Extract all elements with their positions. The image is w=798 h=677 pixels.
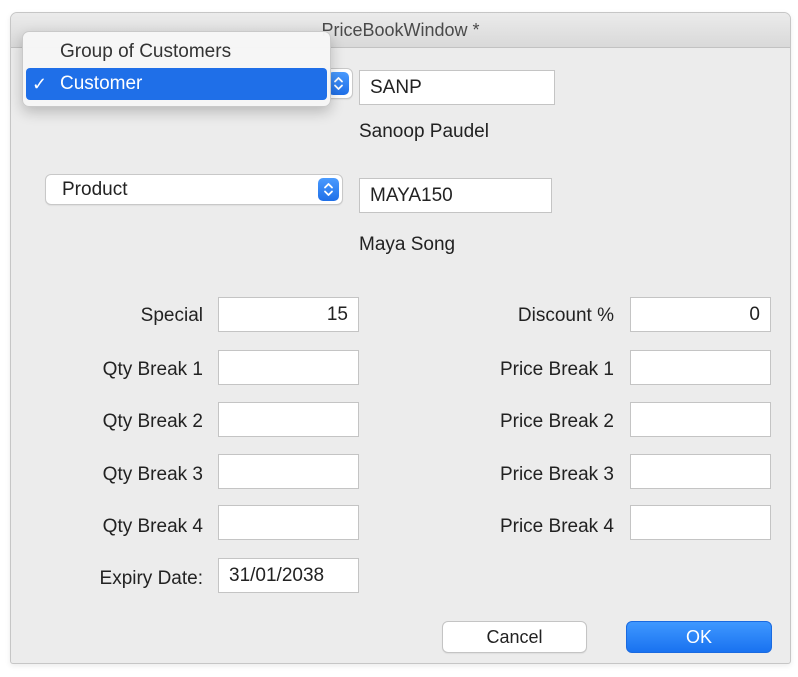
expiry-date-input[interactable]: 31/01/2038	[218, 558, 359, 593]
discount-label: Discount %	[517, 305, 614, 326]
cancel-button[interactable]: Cancel	[442, 621, 587, 653]
customer-type-popup-menu: Group of Customers ✓ Customer	[22, 31, 331, 107]
product-name-label: Maya Song	[359, 234, 456, 255]
price-break-3-input[interactable]	[630, 454, 771, 489]
expiry-date-label: Expiry Date:	[99, 568, 203, 589]
special-input[interactable]: 15	[218, 297, 359, 332]
discount-input[interactable]: 0	[630, 297, 771, 332]
qty-break-1-input[interactable]	[218, 350, 359, 385]
qty-break-4-input[interactable]	[218, 505, 359, 540]
ok-button[interactable]: OK	[626, 621, 772, 653]
customer-code-input[interactable]: SANP	[359, 70, 555, 105]
price-break-4-label: Price Break 4	[499, 516, 614, 537]
special-label: Special	[140, 305, 203, 326]
qty-break-4-label: Qty Break 4	[102, 516, 203, 537]
price-break-2-label: Price Break 2	[499, 411, 614, 432]
product-type-stepper-icon	[318, 178, 339, 201]
popup-item-group-of-customers[interactable]: Group of Customers	[26, 36, 327, 68]
price-break-4-input[interactable]	[630, 505, 771, 540]
qty-break-2-input[interactable]	[218, 402, 359, 437]
checkmark-icon: ✓	[32, 74, 48, 94]
product-type-select[interactable]: Product	[45, 174, 343, 205]
qty-break-1-label: Qty Break 1	[102, 359, 203, 380]
qty-break-3-input[interactable]	[218, 454, 359, 489]
popup-item-label: Group of Customers	[60, 41, 232, 62]
popup-item-label: Customer	[60, 73, 143, 94]
window-title: PriceBookWindow *	[321, 20, 480, 40]
customer-name-label: Sanoop Paudel	[359, 121, 489, 142]
qty-break-2-label: Qty Break 2	[102, 411, 203, 432]
price-break-3-label: Price Break 3	[499, 464, 614, 485]
price-break-2-input[interactable]	[630, 402, 771, 437]
product-code-input[interactable]: MAYA150	[359, 178, 552, 213]
qty-break-3-label: Qty Break 3	[102, 464, 203, 485]
customer-type-stepper-icon	[328, 72, 349, 95]
price-break-1-input[interactable]	[630, 350, 771, 385]
product-type-value: Product	[62, 179, 128, 200]
price-break-1-label: Price Break 1	[499, 359, 614, 380]
popup-item-customer[interactable]: ✓ Customer	[26, 68, 327, 100]
price-book-window: PriceBookWindow * SANP Sanoop Paudel Pro…	[10, 12, 791, 664]
